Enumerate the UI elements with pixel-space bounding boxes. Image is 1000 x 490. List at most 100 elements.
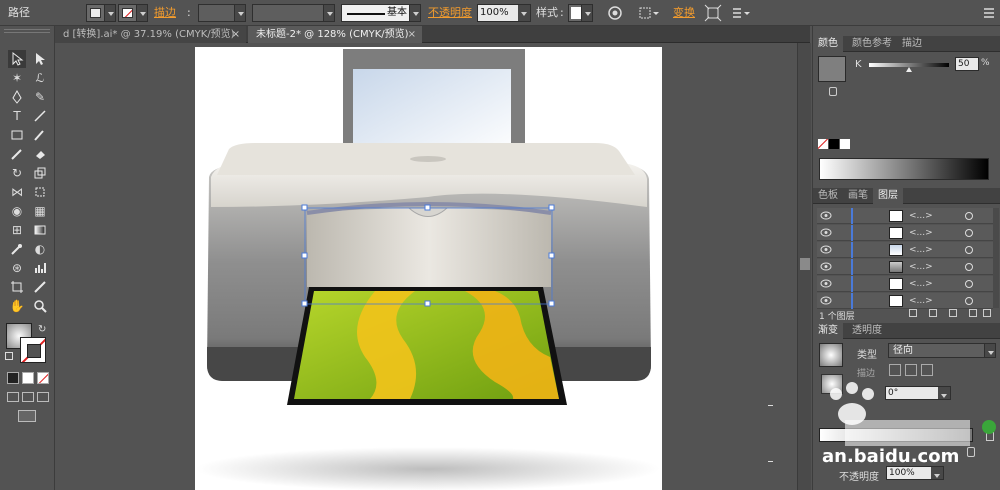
opacity-dropdown[interactable] <box>518 4 531 22</box>
align-icon[interactable] <box>637 4 659 22</box>
brush-definition-dropdown[interactable]: 基本 <box>341 4 421 22</box>
line-tool-icon[interactable] <box>31 107 49 125</box>
lasso-tool-icon[interactable]: ℒ <box>31 69 49 87</box>
scroll-thumb[interactable] <box>800 258 810 270</box>
shape-builder-tool-icon[interactable]: ◉ <box>8 202 26 220</box>
gradient-opacity-dropdown[interactable] <box>931 466 944 480</box>
artboard[interactable] <box>195 47 662 490</box>
close-icon[interactable]: × <box>232 26 240 43</box>
eraser-tool-icon[interactable] <box>31 145 49 163</box>
tab-brushes[interactable]: 画笔 <box>843 188 873 204</box>
tab-color-guide[interactable]: 颜色参考 <box>847 36 897 52</box>
zoom-tool-icon[interactable] <box>31 297 49 315</box>
artboard-tool-icon[interactable] <box>8 278 26 296</box>
control-menu-icon[interactable] <box>982 4 996 22</box>
layer-row[interactable]: <...> <box>817 225 993 241</box>
swap-fill-stroke-icon[interactable]: ↻ <box>38 324 46 335</box>
stroke-gradient-within-icon[interactable] <box>889 364 901 376</box>
mesh-tool-icon[interactable]: ⊞ <box>8 221 26 239</box>
gradient-opacity-field[interactable]: 100% <box>886 466 932 480</box>
tab-transparency[interactable]: 透明度 <box>847 323 887 339</box>
layers-scrollbar[interactable] <box>993 208 999 308</box>
pencil-tool-icon[interactable] <box>8 145 26 163</box>
k-slider-thumb[interactable] <box>906 67 912 72</box>
make-clipping-mask-icon[interactable] <box>929 309 937 317</box>
gradient-type-dropdown[interactable]: 径向 <box>888 343 996 358</box>
gradient-swatch[interactable] <box>819 343 843 367</box>
paintbrush-tool-icon[interactable] <box>31 126 49 144</box>
variable-width-dropdown[interactable] <box>252 4 335 22</box>
current-color-swatch[interactable] <box>818 56 846 82</box>
recolor-icon[interactable] <box>606 4 624 22</box>
column-graph-tool-icon[interactable] <box>31 259 49 277</box>
layer-row[interactable]: <...> <box>817 276 993 292</box>
layer-row[interactable]: <...> <box>817 259 993 275</box>
none-color-icon[interactable] <box>818 139 828 149</box>
vertical-scrollbar[interactable] <box>797 43 811 490</box>
stroke-gradient-along-icon[interactable] <box>905 364 917 376</box>
tab-gradient[interactable]: 渐变 <box>813 323 843 339</box>
tab-document-2[interactable]: 未标题-2* @ 128% (CMYK/预览) × <box>248 26 422 43</box>
black-color-icon[interactable] <box>829 139 839 149</box>
rotate-tool-icon[interactable]: ↻ <box>8 164 26 182</box>
transform-label[interactable]: 变换 <box>673 4 695 22</box>
locate-object-icon[interactable] <box>909 309 917 317</box>
scale-tool-icon[interactable] <box>31 164 49 182</box>
slice-tool-icon[interactable] <box>31 278 49 296</box>
pen-tool-icon[interactable] <box>8 88 26 106</box>
color-mode-icon[interactable] <box>7 372 19 384</box>
gradient-mode-icon[interactable] <box>22 372 34 384</box>
stroke-swatch[interactable] <box>118 4 148 22</box>
screen-mode-icon[interactable] <box>18 410 36 422</box>
k-value-field[interactable]: 50 <box>955 57 979 71</box>
tab-color[interactable]: 颜色 <box>813 36 843 52</box>
blend-tool-icon[interactable]: ◐ <box>31 240 49 258</box>
none-mode-icon[interactable] <box>37 372 49 384</box>
magic-wand-tool-icon[interactable]: ✶ <box>8 69 26 87</box>
rectangle-tool-icon[interactable] <box>8 126 26 144</box>
opacity-field[interactable]: 100% <box>477 4 519 22</box>
gradient-tool-icon[interactable] <box>31 221 49 239</box>
stroke-label[interactable]: 描边 <box>154 4 176 22</box>
tab-stroke[interactable]: 描边 <box>897 36 927 52</box>
default-colors-icon[interactable] <box>5 352 13 360</box>
tab-document-1[interactable]: d [转换].ai* @ 37.19% (CMYK/预览) × <box>55 26 246 43</box>
tools-grip[interactable] <box>4 29 50 33</box>
symbol-sprayer-tool-icon[interactable]: ⊛ <box>8 259 26 277</box>
arrange-icon[interactable] <box>730 4 754 22</box>
perspective-grid-tool-icon[interactable]: ▦ <box>31 202 49 220</box>
new-layer-icon[interactable] <box>969 309 977 317</box>
width-tool-icon[interactable]: ⋈ <box>8 183 26 201</box>
stroke-weight-dropdown[interactable] <box>198 4 246 22</box>
layer-row[interactable]: <...> <box>817 208 993 224</box>
hand-tool-icon[interactable]: ✋ <box>8 297 26 315</box>
draw-inside-icon[interactable] <box>37 392 49 402</box>
opacity-label[interactable]: 不透明度 <box>428 4 472 22</box>
gradient-angle-dropdown[interactable] <box>938 386 951 400</box>
gradient-angle-field[interactable]: 0° <box>885 386 939 400</box>
stroke-color-box[interactable] <box>20 337 46 363</box>
free-transform-tool-icon[interactable] <box>31 183 49 201</box>
draw-normal-icon[interactable] <box>7 392 19 402</box>
selection-tool-icon[interactable] <box>8 50 26 68</box>
tab-layers[interactable]: 图层 <box>873 188 903 204</box>
stroke-gradient-across-icon[interactable] <box>921 364 933 376</box>
canvas-area[interactable] <box>55 43 797 490</box>
new-sublayer-icon[interactable] <box>949 309 957 317</box>
close-icon[interactable]: × <box>408 26 416 43</box>
curvature-tool-icon[interactable]: ✎ <box>31 88 49 106</box>
type-tool-icon[interactable]: T <box>8 107 26 125</box>
style-swatch[interactable] <box>568 4 593 22</box>
layer-row[interactable]: <...> <box>817 293 993 309</box>
tab-swatches[interactable]: 色板 <box>813 188 843 204</box>
color-spectrum-bar[interactable] <box>819 158 989 180</box>
draw-behind-icon[interactable] <box>22 392 34 402</box>
layer-row[interactable]: <...> <box>817 242 993 258</box>
printer-illustration[interactable] <box>195 47 662 490</box>
eyedropper-tool-icon[interactable] <box>8 240 26 258</box>
direct-selection-tool-icon[interactable] <box>31 50 49 68</box>
white-color-icon[interactable] <box>840 139 850 149</box>
trash-icon[interactable] <box>983 309 991 317</box>
isolate-icon[interactable] <box>704 4 722 22</box>
fill-swatch[interactable] <box>86 4 116 22</box>
